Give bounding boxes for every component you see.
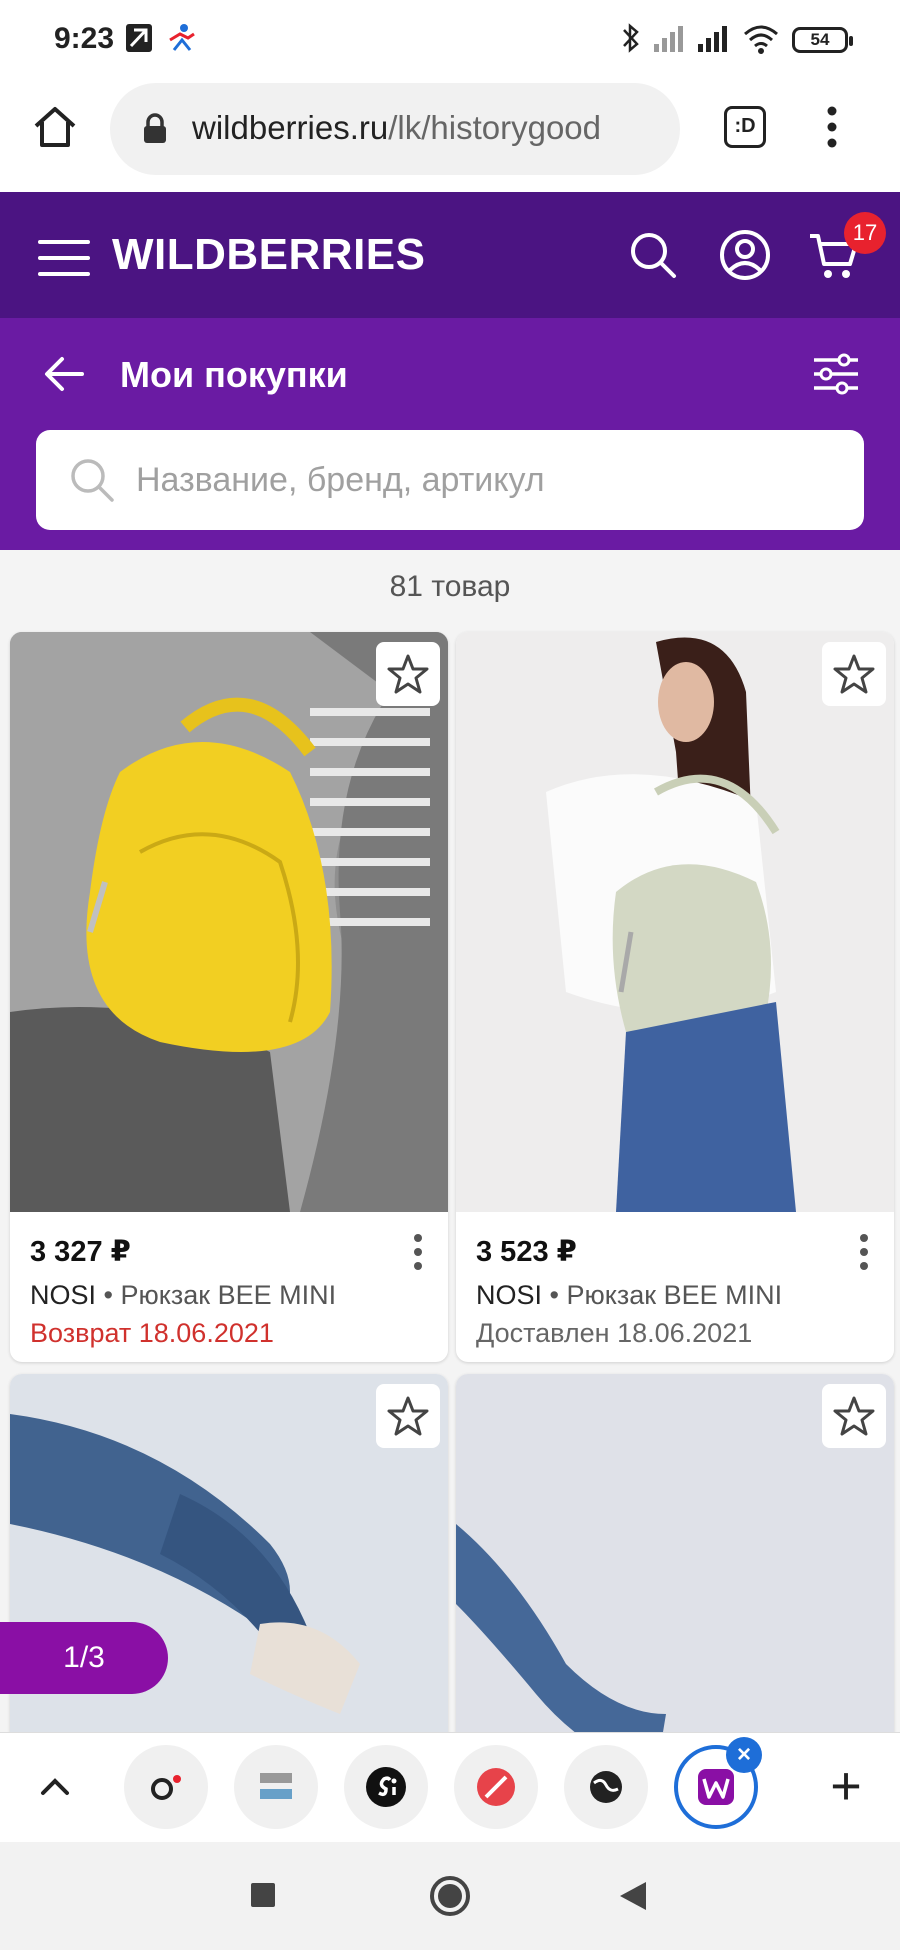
new-tab-button[interactable]: + [816,1751,876,1821]
sports-app-icon [169,24,195,51]
product-separator: • [96,1280,121,1310]
search-icon [71,459,114,502]
si-icon [366,1767,406,1807]
order-status: Возврат 18.06.2021 [30,1318,274,1348]
browser-tab-bar: × + [0,1732,900,1842]
star-icon [833,1396,875,1436]
back-arrow-icon[interactable] [42,354,86,394]
globe-icon [590,1771,622,1803]
product-name: NOSI • Рюкзак BEE MINI [476,1280,782,1311]
cart-badge: 17 [844,212,886,254]
page-indicator[interactable]: 1/3 [0,1622,168,1694]
site-logo[interactable]: WILDBERRIES [112,230,426,280]
half-finger-icon [260,1773,292,1799]
product-brand: NOSI [30,1280,97,1310]
more-vert-icon[interactable] [852,1232,876,1272]
favorite-button[interactable] [822,1384,886,1448]
menu-icon[interactable] [38,238,90,278]
tab-half-finger[interactable] [234,1745,318,1829]
tab-wildberries[interactable]: × [674,1737,762,1829]
star-icon [387,1396,429,1436]
wildberries-icon [698,1769,734,1805]
tab-switcher-label: :D [734,115,756,137]
bluetooth-icon [623,23,639,53]
close-tab-button[interactable]: × [726,1737,762,1773]
home-button-icon[interactable] [428,1874,472,1918]
search-box[interactable] [36,430,864,530]
product-separator: • [542,1280,567,1310]
star-icon [833,654,875,694]
recent-apps-icon[interactable] [248,1880,278,1910]
product-name: NOSI • Рюкзак BEE MINI [30,1280,336,1311]
home-icon[interactable] [30,102,80,152]
app-notification-icon [126,24,152,52]
wifi-icon [744,25,778,54]
opera-icon [151,1775,181,1800]
back-button-icon[interactable] [616,1878,650,1914]
battery-indicator: 54 [792,27,853,53]
system-nav-bar [0,1842,900,1950]
search-input[interactable] [136,456,836,504]
lock-icon [144,113,166,143]
favorite-button[interactable] [822,642,886,706]
product-price: 3 327 ₽ [30,1236,131,1268]
favorite-button[interactable] [376,642,440,706]
product-card[interactable]: 3 523 ₽ NOSI • Рюкзак BEE MINI Доставлен… [456,632,894,1362]
filter-icon[interactable] [812,352,860,396]
url-text: wildberries.ru/lk/historygood [192,109,672,147]
more-vert-icon[interactable] [822,104,842,150]
product-card[interactable]: 3 327 ₽ NOSI • Рюкзак BEE MINI Возврат 1… [10,632,448,1362]
product-title: Рюкзак BEE MINI [566,1280,783,1310]
clock: 9:23 [54,22,115,55]
tab-compass[interactable] [454,1745,538,1829]
tab-switcher-button[interactable]: :D [724,106,766,148]
star-icon [387,654,429,694]
product-card[interactable] [456,1374,894,1732]
tab-si[interactable] [344,1745,428,1829]
profile-icon[interactable] [718,228,772,282]
compass-icon [477,1768,515,1806]
product-image[interactable] [10,632,448,1212]
url-domain: wildberries.ru [192,109,389,146]
address-bar[interactable]: wildberries.ru/lk/historygood [110,83,680,175]
status-bar: 9:23 54 [0,0,900,80]
purchases-list: 81 товар 3 327 ₽ NOSI • Рюкзак BEE MINI … [0,550,900,1732]
signal-icon [654,26,683,52]
product-title: Рюкзак BEE MINI [120,1280,337,1310]
search-icon[interactable] [628,230,678,280]
signal-icon [698,26,727,52]
favorite-button[interactable] [376,1384,440,1448]
page-header: Мои покупки [0,318,900,550]
product-brand: NOSI [476,1280,543,1310]
tab-globe[interactable] [564,1745,648,1829]
url-path: /lk/historygood [388,109,602,146]
tab-opera[interactable] [124,1745,208,1829]
product-price: 3 523 ₽ [476,1236,577,1268]
item-count: 81 товар [389,570,511,603]
chevron-up-icon[interactable] [38,1769,72,1803]
order-status: Доставлен 18.06.2021 [476,1318,753,1348]
page-title: Мои покупки [120,354,348,395]
more-vert-icon[interactable] [406,1232,430,1272]
browser-toolbar: wildberries.ru/lk/historygood :D [0,80,900,192]
product-image[interactable] [456,632,894,1212]
site-header: WILDBERRIES 17 [0,192,900,318]
